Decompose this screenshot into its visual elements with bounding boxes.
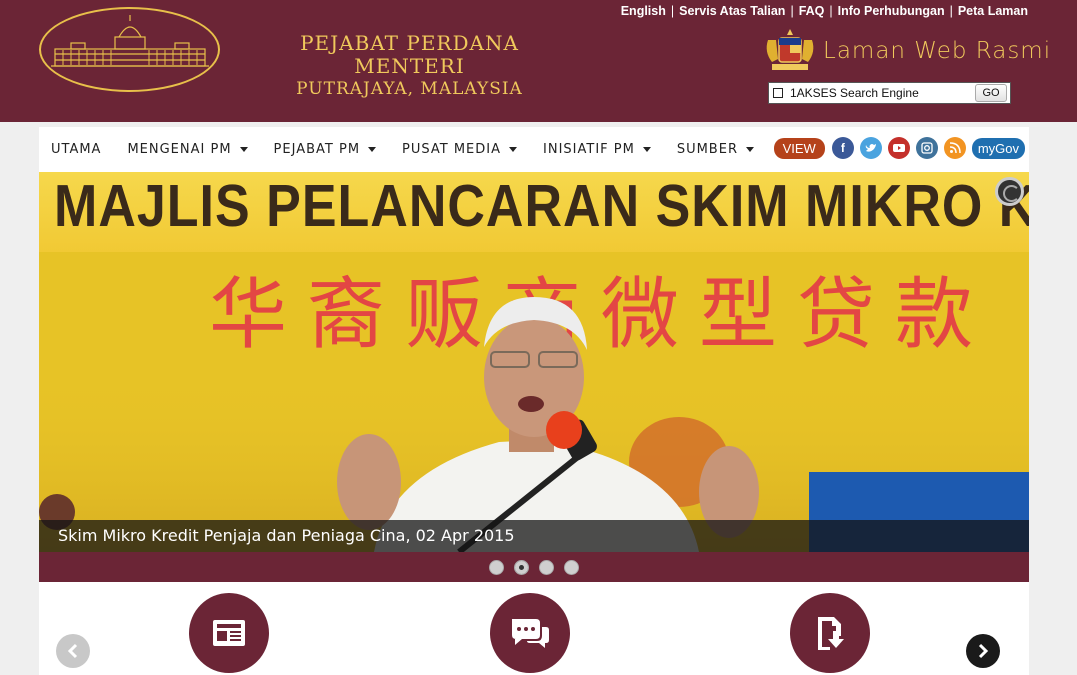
site-title-line2: PUTRAJAYA, MALAYSIA bbox=[296, 79, 523, 99]
rss-icon[interactable] bbox=[943, 137, 966, 159]
slider-dot-3[interactable] bbox=[539, 559, 554, 575]
nav-sumber[interactable]: SUMBER bbox=[677, 142, 754, 157]
view-button[interactable]: VIEW bbox=[773, 137, 825, 159]
chevron-left-icon bbox=[67, 643, 78, 659]
go-button[interactable]: GO bbox=[975, 84, 1007, 102]
pmo-building-logo[interactable] bbox=[39, 7, 220, 92]
main-content: UTAMA MENGENAI PM PEJABAT PM PUSAT MEDIA… bbox=[39, 127, 1029, 675]
social-links: VIEW f myGov bbox=[773, 137, 1025, 159]
slider-dot-1[interactable] bbox=[489, 559, 504, 575]
separator: | bbox=[829, 4, 833, 18]
twitter-icon[interactable] bbox=[859, 137, 882, 159]
separator: | bbox=[790, 4, 794, 18]
slider-dot-4[interactable] bbox=[564, 559, 579, 575]
slider-pagination bbox=[39, 552, 1029, 582]
chat-bubbles-icon bbox=[512, 619, 549, 648]
site-title-line1: PEJABAT PERDANA MENTERI bbox=[300, 31, 519, 78]
coat-of-arms-icon bbox=[762, 26, 818, 74]
nav-label: PUSAT MEDIA bbox=[402, 142, 502, 157]
caret-down-icon bbox=[239, 147, 248, 152]
search-bar: GO bbox=[768, 82, 1011, 104]
link-peta-laman[interactable]: Peta Laman bbox=[958, 4, 1028, 18]
slide-caption[interactable]: Skim Mikro Kredit Penjaja dan Peniaga Ci… bbox=[39, 520, 1029, 552]
nav-label: UTAMA bbox=[51, 142, 102, 157]
nav-mengenai-pm[interactable]: MENGENAI PM bbox=[127, 142, 248, 157]
image-slider[interactable]: MAJLIS PELANCARAN SKIM MIKRO KREDIT 华裔贩商… bbox=[39, 172, 1029, 582]
slide-photo-speaker bbox=[39, 297, 1029, 552]
caret-down-icon bbox=[509, 147, 518, 152]
slider-dot-2[interactable] bbox=[514, 559, 529, 575]
search-input[interactable] bbox=[790, 86, 965, 100]
top-links: English | Servis Atas Talian | FAQ | Info Perh… bbox=[621, 4, 1028, 18]
laman-web-rasmi: Laman Web Rasmi bbox=[823, 38, 1052, 64]
nav-utama[interactable]: UTAMA bbox=[51, 142, 101, 157]
caret-down-icon bbox=[642, 147, 651, 152]
site-header: PEJABAT PERDANA MENTERI PUTRAJAYA, MALAY… bbox=[0, 0, 1077, 122]
separator: | bbox=[670, 4, 675, 18]
newspaper-icon bbox=[213, 620, 245, 646]
link-info-perhubungan[interactable]: Info Perhubungan bbox=[838, 4, 945, 18]
facebook-icon[interactable]: f bbox=[831, 137, 854, 159]
mygov-button[interactable]: myGov bbox=[971, 137, 1025, 159]
carousel-next-button[interactable] bbox=[966, 634, 1000, 668]
caret-down-icon bbox=[368, 147, 377, 152]
nav-label: PEJABAT PM bbox=[273, 142, 361, 157]
nav-pejabat-pm[interactable]: PEJABAT PM bbox=[273, 142, 377, 157]
nav-inisiatif-pm[interactable]: INISIATIF PM bbox=[543, 142, 651, 157]
separator: | bbox=[949, 4, 953, 18]
search-checkbox[interactable] bbox=[773, 88, 783, 98]
link-servis-atas-talian[interactable]: Servis Atas Talian bbox=[679, 4, 785, 18]
link-faq[interactable]: FAQ bbox=[799, 4, 825, 18]
carousel-prev-button[interactable] bbox=[56, 634, 90, 668]
nav-label: MENGENAI PM bbox=[127, 142, 232, 157]
youtube-icon[interactable] bbox=[887, 137, 910, 159]
download-feature-button[interactable] bbox=[790, 593, 870, 673]
instagram-icon[interactable] bbox=[915, 137, 938, 159]
feedback-feature-button[interactable] bbox=[490, 593, 570, 673]
document-download-icon bbox=[818, 617, 844, 650]
news-feature-button[interactable] bbox=[189, 593, 269, 673]
nav-label: SUMBER bbox=[676, 142, 738, 157]
main-nav: UTAMA MENGENAI PM PEJABAT PM PUSAT MEDIA… bbox=[39, 127, 1029, 172]
caret-down-icon bbox=[745, 147, 754, 152]
site-title: PEJABAT PERDANA MENTERI PUTRAJAYA, MALAY… bbox=[252, 32, 567, 100]
nav-label: INISIATIF PM bbox=[543, 142, 635, 157]
slider-loader-icon[interactable] bbox=[995, 177, 1024, 206]
nav-pusat-media[interactable]: PUSAT MEDIA bbox=[402, 142, 518, 157]
link-english[interactable]: English bbox=[621, 4, 666, 18]
chevron-right-icon bbox=[978, 643, 989, 659]
